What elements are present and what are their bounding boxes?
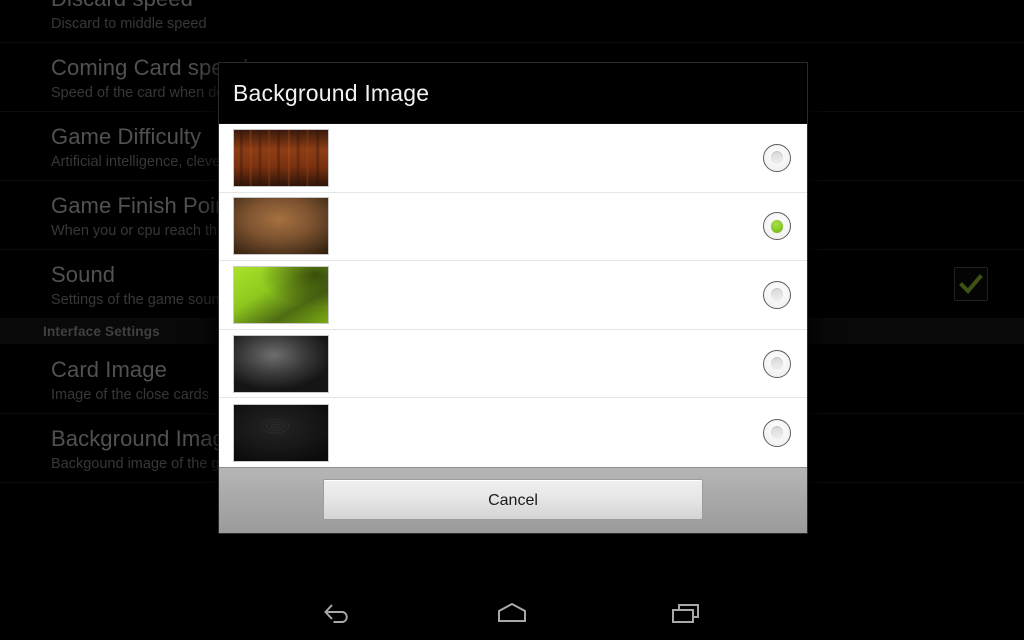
dialog-choice-list[interactable] [219, 124, 807, 467]
thumbnail-brown-gradient [233, 197, 329, 256]
section-header-label: Interface Settings [43, 324, 160, 339]
radio-button-green-gradient[interactable] [763, 280, 791, 309]
radio-dot [771, 151, 783, 165]
sound-checkbox[interactable] [954, 267, 988, 301]
thumbnail-gray-spotlight [233, 334, 329, 393]
nav-home-button[interactable] [457, 585, 567, 640]
radio-dot [771, 426, 783, 440]
dialog-footer: Cancel [219, 466, 807, 533]
radio-dot [771, 357, 783, 371]
radio-dot [771, 219, 783, 233]
choice-row-brown-gradient[interactable] [219, 192, 807, 262]
radio-button-black-pattern[interactable] [763, 418, 791, 447]
pref-row-discard-speed[interactable]: Discard speed Discard to middle speed [0, 0, 1024, 43]
dialog-titlebar: Background Image [219, 63, 807, 124]
choice-row-green-gradient[interactable] [219, 261, 807, 330]
radio-button-brown-gradient[interactable] [763, 212, 791, 241]
back-arrow-icon [324, 603, 348, 623]
nav-back-button[interactable] [283, 585, 393, 640]
pref-title: Discard speed [51, 0, 988, 12]
cancel-button[interactable]: Cancel [323, 478, 703, 520]
radio-dot [771, 288, 783, 302]
thumbnail-wood-dark-red [233, 128, 329, 187]
checkmark-icon [959, 274, 983, 294]
radio-button-wood-dark-red[interactable] [763, 143, 791, 172]
choice-row-black-pattern[interactable] [219, 398, 807, 467]
pref-summary: Discard to middle speed [51, 16, 207, 32]
nav-recents-button[interactable] [631, 585, 741, 640]
choice-row-wood-dark-red[interactable] [219, 124, 807, 193]
choice-row-gray-spotlight[interactable] [219, 329, 807, 399]
home-icon [498, 602, 526, 622]
thumbnail-black-pattern [233, 403, 329, 462]
recent-apps-icon [672, 603, 699, 623]
dialog-title: Background Image [233, 79, 430, 106]
android-navigation-bar [0, 585, 1024, 640]
background-image-dialog: Background Image Cancel [218, 62, 808, 534]
radio-button-gray-spotlight[interactable] [763, 349, 791, 378]
thumbnail-green-gradient [233, 265, 329, 324]
